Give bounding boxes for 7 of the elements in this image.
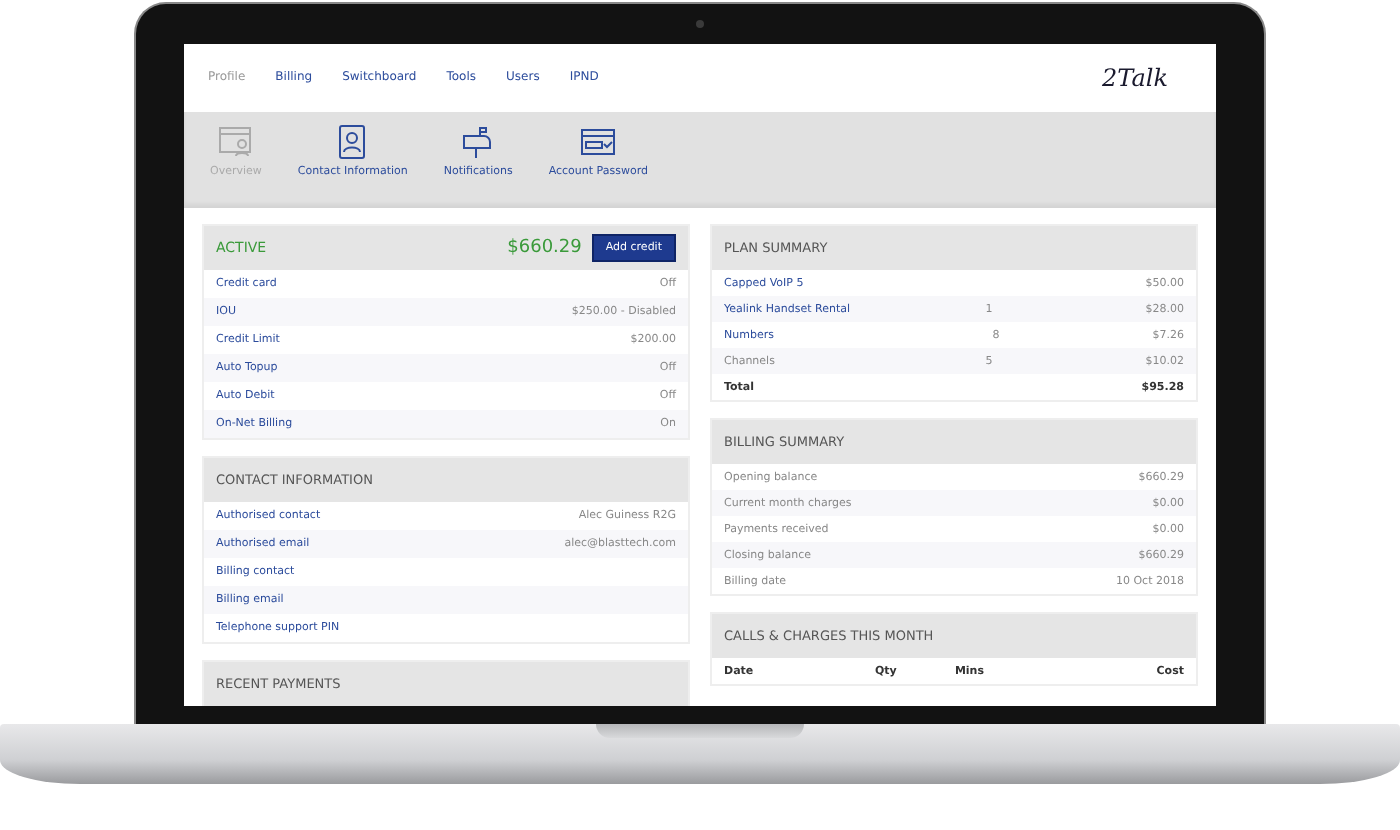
camera-icon [696, 20, 704, 28]
window-user-icon [217, 123, 254, 160]
logo: 2Talk [1102, 63, 1168, 92]
password-window-icon [580, 123, 617, 160]
address-book-icon [334, 123, 371, 160]
mailbox-icon [460, 123, 497, 160]
account-balance: $660.29 [507, 238, 582, 258]
